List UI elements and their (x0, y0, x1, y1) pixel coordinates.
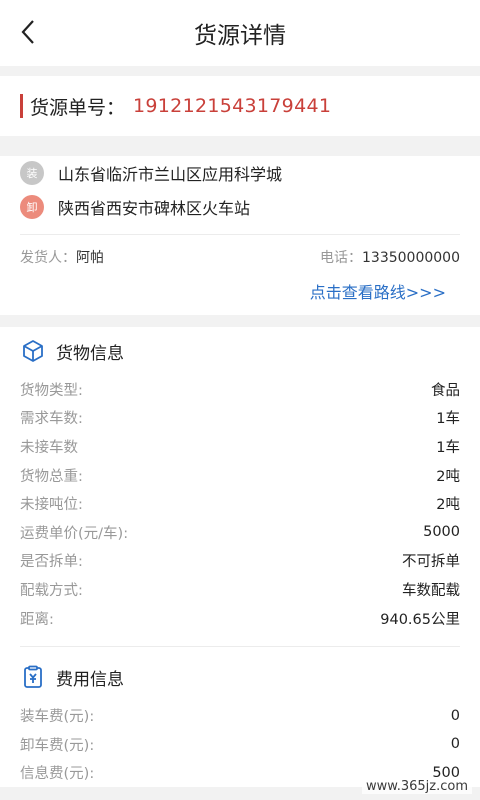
box-icon (20, 338, 46, 364)
cargo-rows: 货物类型: 食品 需求车数: 1车 未接车数 1车 货物总重: 2吨 未接吨位: 2吨 运… (20, 375, 460, 632)
row-value: 1车 (436, 439, 460, 456)
fee-row-loading: 装车费(元): 0 (20, 701, 460, 730)
row-value: 1车 (436, 411, 460, 428)
watermark: www.365jz.com (362, 779, 472, 794)
phone-label: 电话： (320, 250, 363, 266)
cargo-row-split-order: 是否拆单: 不可拆单 (20, 547, 460, 576)
row-value: 5000 (423, 524, 460, 541)
cargo-row-loading-method: 配载方式: 车数配载 (20, 575, 460, 604)
phone-number[interactable]: 13350000000 (362, 250, 460, 266)
row-value: 2吨 (436, 497, 460, 514)
header-bar: 货源详情 (0, 0, 480, 66)
row-value: 0 (450, 707, 460, 724)
order-number-value: 1912121543179441 (133, 95, 332, 117)
fee-row-unloading: 卸车费(元): 0 (20, 730, 460, 759)
row-label: 货物总重: (20, 468, 83, 485)
row-label: 信息费(元): (20, 766, 95, 783)
unload-address: 陕西省西安市碑林区火车站 (58, 199, 251, 218)
cargo-header: 货物信息 (20, 327, 460, 375)
cargo-row-unaccepted-tonnage: 未接吨位: 2吨 (20, 489, 460, 518)
cargo-row-freight-price: 运费单价(元/车): 5000 (20, 518, 460, 547)
fee-rows: 装车费(元): 0 卸车费(元): 0 信息费(元): 500 (20, 701, 460, 787)
load-address: 山东省临沂市兰山区应用科学城 (58, 165, 283, 184)
unload-badge: 卸 (20, 195, 44, 219)
row-label: 未接吨位: (20, 497, 83, 514)
row-label: 装车费(元): (20, 709, 95, 726)
order-number-label: 货源单号： (30, 96, 126, 119)
cargo-row-distance: 距离: 940.65公里 (20, 604, 460, 633)
row-value: 0 (450, 736, 460, 753)
row-value: 不可拆单 (402, 554, 460, 571)
cargo-section: 货物信息 货物类型: 食品 需求车数: 1车 未接车数 1车 货物总重: 2吨 未接吨位… (0, 327, 480, 788)
fees-header: 费用信息 (20, 653, 460, 701)
row-label: 是否拆单: (20, 554, 83, 571)
row-label: 货物类型: (20, 382, 83, 399)
fees-title: 费用信息 (56, 669, 124, 690)
order-number-row: 货源单号： 1912121543179441 (0, 76, 480, 136)
row-label: 卸车费(元): (20, 737, 95, 754)
view-route-link[interactable]: 点击查看路线>>> (20, 279, 460, 315)
row-value: 车数配载 (402, 582, 460, 599)
load-stop: 装 山东省临沂市兰山区应用科学城 (20, 156, 460, 190)
cargo-row-total-weight: 货物总重: 2吨 (20, 461, 460, 490)
unload-stop: 卸 陕西省西安市碑林区火车站 (20, 190, 460, 224)
cargo-row-type: 货物类型: 食品 (20, 375, 460, 404)
row-value: 食品 (431, 382, 460, 399)
load-badge: 装 (20, 161, 44, 185)
cargo-row-required-trucks: 需求车数: 1车 (20, 404, 460, 433)
row-label: 未接车数 (20, 439, 78, 456)
shipper-label: 发货人： (20, 250, 76, 266)
row-label: 需求车数: (20, 411, 83, 428)
shipper-row: 发货人：阿帕 电话：13350000000 (20, 235, 460, 279)
row-label: 距离: (20, 611, 54, 628)
row-label: 配载方式: (20, 582, 83, 599)
cargo-row-unaccepted-trucks: 未接车数 1车 (20, 432, 460, 461)
accent-bar (20, 94, 23, 118)
receipt-yen-icon (20, 664, 46, 690)
cargo-title: 货物信息 (56, 343, 124, 364)
row-value: 2吨 (436, 468, 460, 485)
back-icon[interactable] (14, 18, 42, 46)
shipper-name: 阿帕 (76, 250, 104, 266)
row-value: 940.65公里 (380, 611, 460, 628)
row-label: 运费单价(元/车): (20, 525, 129, 542)
route-card: 装 山东省临沂市兰山区应用科学城 卸 陕西省西安市碑林区火车站 发货人：阿帕 电… (0, 156, 480, 315)
page-title: 货源详情 (194, 23, 286, 49)
